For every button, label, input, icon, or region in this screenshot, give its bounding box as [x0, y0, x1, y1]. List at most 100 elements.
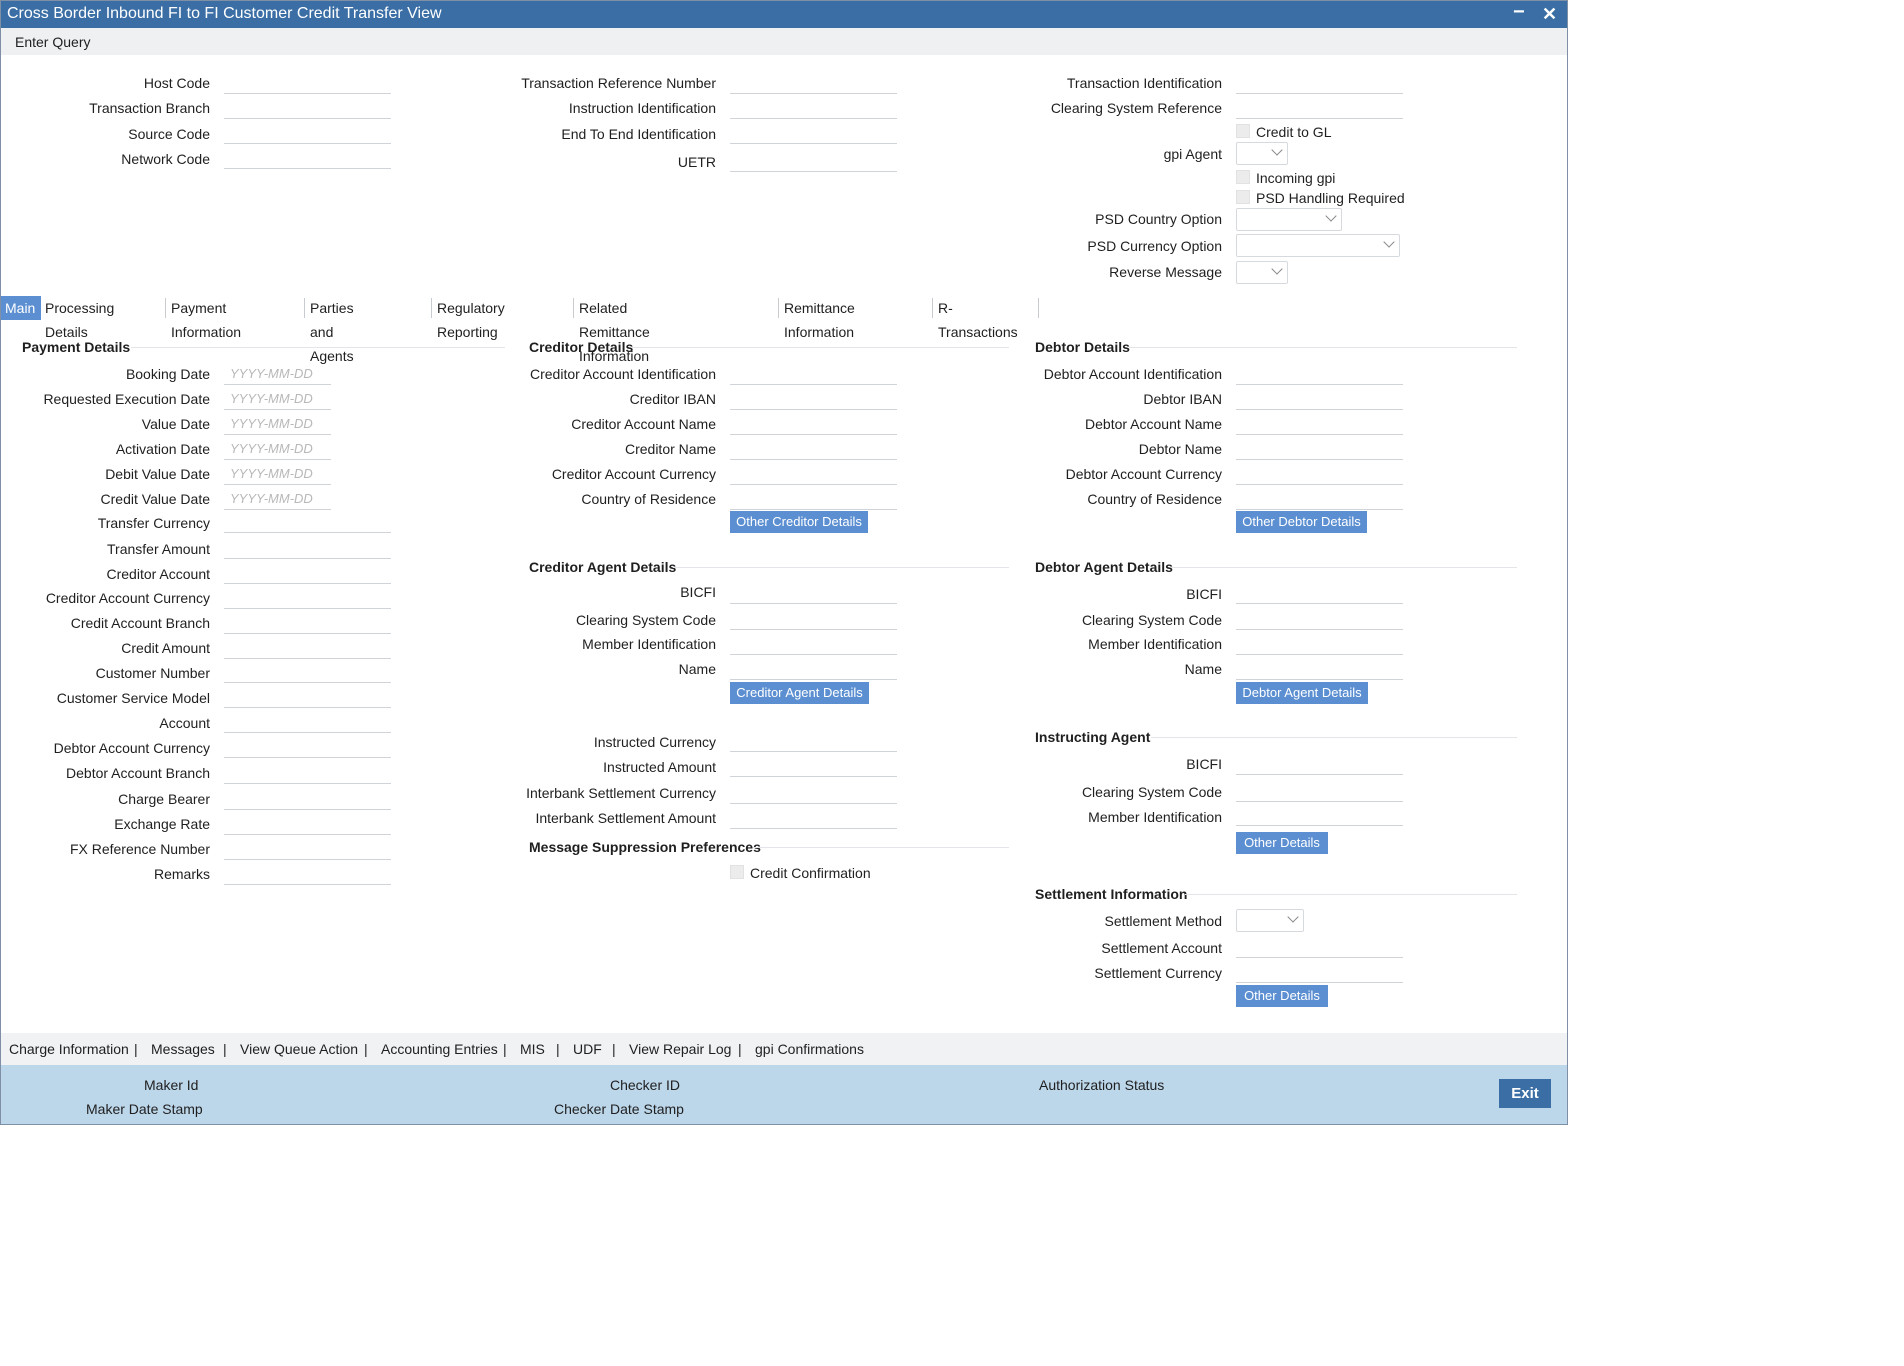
credit-to-gl-checkbox[interactable] — [1236, 124, 1250, 138]
tab-related-remittance-information[interactable]: Related Remittance Information — [575, 296, 654, 364]
reverse-message-select[interactable] — [1236, 261, 1288, 284]
credit-account-branch-input[interactable] — [224, 611, 391, 634]
debtor-agent-clearing-system-code-input[interactable] — [1236, 607, 1403, 630]
debtor-agent-name-input[interactable] — [1236, 657, 1403, 680]
creditor-account-name-input[interactable] — [730, 412, 897, 435]
view-repair-log-link[interactable]: View Repair Log — [629, 1041, 731, 1057]
creditor-agent-details-button[interactable]: Creditor Agent Details — [730, 682, 869, 704]
exit-button[interactable]: Exit — [1499, 1079, 1551, 1108]
network-code-input[interactable] — [224, 146, 391, 169]
settlement-other-details-button[interactable]: Other Details — [1236, 985, 1328, 1007]
creditor-details-heading: Creditor Details — [529, 339, 634, 355]
other-debtor-details-button[interactable]: Other Debtor Details — [1236, 511, 1367, 533]
creditor-agent-member-identification-input[interactable] — [730, 632, 897, 655]
incoming-gpi-checkbox[interactable] — [1236, 170, 1250, 184]
psd-currency-option-select[interactable] — [1236, 234, 1400, 257]
charge-bearer-input[interactable] — [224, 787, 391, 810]
other-creditor-details-button[interactable]: Other Creditor Details — [730, 511, 868, 533]
credit-value-date-input[interactable] — [224, 487, 331, 510]
accounting-entries-link[interactable]: Accounting Entries — [381, 1041, 498, 1057]
interbank-settlement-amount-input[interactable] — [730, 806, 897, 829]
creditor-account-currency-field-input[interactable] — [730, 462, 897, 485]
instructing-agent-member-identification-input[interactable] — [1236, 803, 1403, 826]
exchange-rate-input[interactable] — [224, 812, 391, 835]
section-divider — [1185, 894, 1517, 895]
debtor-account-branch-input[interactable] — [224, 761, 391, 784]
charge-information-link[interactable]: Charge Information — [9, 1041, 129, 1057]
debtor-account-name-input[interactable] — [1236, 412, 1403, 435]
instructing-agent-other-details-button[interactable]: Other Details — [1236, 832, 1328, 854]
credit-amount-input[interactable] — [224, 636, 391, 659]
value-date-input[interactable] — [224, 412, 331, 435]
udf-link[interactable]: UDF — [573, 1041, 602, 1057]
debtor-iban-input[interactable] — [1236, 387, 1403, 410]
end-to-end-identification-input[interactable] — [730, 121, 897, 144]
host-code-input[interactable] — [224, 71, 391, 94]
creditor-agent-clearing-system-code-input[interactable] — [730, 607, 897, 630]
remarks-input[interactable] — [224, 862, 391, 885]
debtor-name-input[interactable] — [1236, 437, 1403, 460]
messages-link[interactable]: Messages — [151, 1041, 215, 1057]
debtor-agent-bicfi-input[interactable] — [1236, 581, 1403, 604]
tab-processing-details[interactable]: Processing Details — [41, 296, 118, 340]
instructed-amount-input[interactable] — [730, 754, 897, 777]
requested-execution-date-input[interactable] — [224, 387, 331, 410]
link-separator: | — [556, 1041, 560, 1057]
account-input[interactable] — [224, 710, 391, 733]
source-code-input[interactable] — [224, 121, 391, 144]
interbank-settlement-currency-input[interactable] — [730, 781, 897, 804]
settlement-account-input[interactable] — [1236, 935, 1403, 958]
creditor-account-identification-input[interactable] — [730, 362, 897, 385]
transfer-amount-input[interactable] — [224, 536, 391, 559]
gpi-confirmations-link[interactable]: gpi Confirmations — [755, 1041, 864, 1057]
debtor-account-currency-input[interactable] — [224, 735, 391, 758]
creditor-country-of-residence-input[interactable] — [730, 487, 897, 510]
debtor-account-currency-field-input[interactable] — [1236, 462, 1403, 485]
customer-service-model-input[interactable] — [224, 685, 391, 708]
transaction-branch-input[interactable] — [224, 96, 391, 119]
debtor-country-of-residence-input[interactable] — [1236, 487, 1403, 510]
enter-query-button[interactable]: Enter Query — [15, 34, 90, 50]
transaction-reference-number-input[interactable] — [730, 71, 897, 94]
tab-payment-information[interactable]: Payment Information — [167, 296, 245, 340]
transfer-currency-input[interactable] — [224, 510, 391, 533]
tab-main[interactable]: Main — [1, 296, 41, 320]
creditor-name-input[interactable] — [730, 437, 897, 460]
psd-handling-required-checkbox[interactable] — [1236, 190, 1250, 204]
settlement-method-select[interactable] — [1236, 909, 1304, 932]
debit-value-date-input[interactable] — [224, 462, 331, 485]
instructing-agent-clearing-system-code-input[interactable] — [1236, 779, 1403, 802]
close-icon[interactable]: ✕ — [1542, 4, 1557, 25]
booking-date-input[interactable] — [224, 362, 331, 385]
creditor-agent-name-input[interactable] — [730, 657, 897, 680]
tab-parties-and-agents[interactable]: Parties and Agents — [306, 296, 358, 364]
customer-number-input[interactable] — [224, 660, 391, 683]
creditor-account-input[interactable] — [224, 561, 391, 584]
activation-date-input[interactable] — [224, 437, 331, 460]
debtor-account-identification-input[interactable] — [1236, 362, 1403, 385]
instructed-currency-input[interactable] — [730, 729, 897, 752]
instructing-agent-bicfi-input[interactable] — [1236, 752, 1403, 775]
clearing-system-reference-input[interactable] — [1236, 96, 1403, 119]
creditor-iban-input[interactable] — [730, 387, 897, 410]
uetr-input[interactable] — [730, 149, 897, 172]
fx-reference-number-input[interactable] — [224, 837, 391, 860]
instruction-identification-input[interactable] — [730, 96, 897, 119]
minimize-icon[interactable]: − — [1513, 1, 1525, 24]
tab-regulatory-reporting[interactable]: Regulatory Reporting — [433, 296, 509, 340]
debtor-agent-member-identification-input[interactable] — [1236, 632, 1403, 655]
credit-confirmation-checkbox[interactable] — [730, 865, 744, 879]
creditor-agent-bicfi-input[interactable] — [730, 581, 897, 604]
view-queue-action-link[interactable]: View Queue Action — [240, 1041, 358, 1057]
tab-divider — [165, 298, 166, 318]
mis-link[interactable]: MIS — [520, 1041, 545, 1057]
gpi-agent-select[interactable] — [1236, 142, 1288, 165]
credit-account-branch-label: Credit Account Branch — [70, 615, 210, 631]
creditor-account-currency-input[interactable] — [224, 586, 391, 609]
tab-r-transactions[interactable]: R-Transactions — [934, 296, 1022, 340]
settlement-currency-input[interactable] — [1236, 960, 1403, 983]
psd-country-option-select[interactable] — [1236, 208, 1342, 231]
debtor-agent-details-button[interactable]: Debtor Agent Details — [1236, 682, 1368, 704]
transaction-identification-input[interactable] — [1236, 71, 1403, 94]
tab-remittance-information[interactable]: Remittance Information — [780, 296, 859, 340]
